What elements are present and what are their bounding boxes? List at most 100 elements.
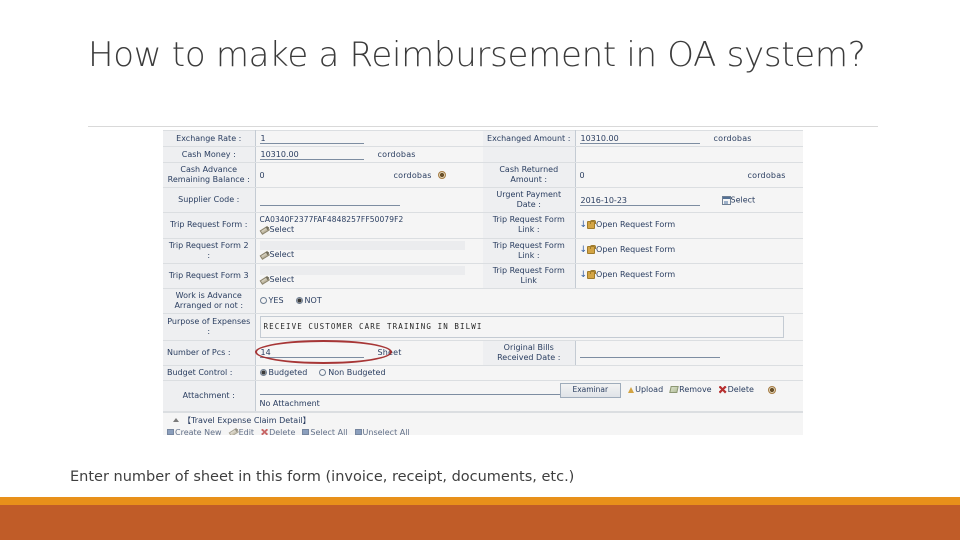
pencil-icon[interactable]: [258, 249, 270, 261]
cell-exchanged-amount: 10310.00 cordobas: [575, 130, 803, 147]
table-row: Purpose of Expenses : RECEIVE CUSTOMER C…: [163, 312, 803, 341]
label-urgent-payment-date: Urgent Payment Date :: [483, 187, 576, 213]
table-row: Supplier Code : Urgent Payment Date : 20…: [163, 187, 803, 213]
collapse-triangle-icon[interactable]: [173, 418, 179, 422]
label-attachment: Attachment :: [163, 379, 256, 412]
radio-non-budgeted-label: Non Budgeted: [328, 367, 386, 377]
oa-form-screenshot: Exchange Rate : 1 Exchanged Amount : 103…: [163, 130, 803, 435]
cell-work-in-advance: YES NOT: [255, 287, 803, 314]
table-row: Exchange Rate : 1 Exchanged Amount : 103…: [163, 130, 803, 147]
edit-label: Edit: [238, 427, 255, 436]
delete-button[interactable]: Delete: [718, 385, 754, 394]
detail-toolbar: Create New Edit Delete Select All Unselect A…: [163, 426, 803, 436]
calendar-icon[interactable]: [721, 195, 731, 205]
select-all-icon: [302, 429, 310, 435]
purpose-of-expenses-input[interactable]: RECEIVE CUSTOMER CARE TRAINING IN BILWI: [259, 315, 784, 338]
page-title: How to make a Reimbursement in OA system…: [88, 35, 866, 75]
select-all-label: Select All: [310, 427, 348, 436]
radio-budgeted[interactable]: [259, 368, 267, 376]
cash-advance-remaining-unit: cordobas: [393, 170, 432, 180]
delete-row-button[interactable]: Delete: [261, 428, 295, 435]
eye-icon[interactable]: [767, 386, 776, 394]
urgent-payment-date-input[interactable]: 2016-10-23: [579, 195, 700, 206]
label-budget-control: Budget Control :: [163, 364, 256, 381]
urgent-date-select-link[interactable]: Select: [731, 195, 756, 204]
eye-icon[interactable]: [437, 171, 446, 179]
unselect-all-label: Unselect All: [362, 427, 410, 436]
trip-request-form-3-select-link[interactable]: Select: [270, 275, 295, 284]
pencil-icon: [227, 427, 239, 436]
create-new-button[interactable]: Create New: [167, 427, 222, 436]
unselect-all-icon: [354, 429, 362, 435]
cell-spacer-a: [575, 146, 803, 163]
delete-label: Delete: [727, 385, 754, 394]
label-cash-returned: Cash Returned Amount :: [483, 162, 576, 188]
footer-band-orange: [0, 497, 960, 505]
unselect-all-button[interactable]: Unselect All: [354, 427, 410, 436]
label-exchange-rate: Exchange Rate :: [163, 130, 256, 147]
label-trip-request-form-link-3: Trip Request Form Link: [483, 262, 576, 289]
radio-yes[interactable]: [259, 296, 267, 304]
lock-icon: [587, 219, 597, 229]
cell-cash-money: 10310.00 cordobas: [255, 146, 483, 163]
attachment-file-field[interactable]: [259, 386, 560, 395]
radio-not-label: NOT: [304, 295, 322, 305]
label-trip-request-form: Trip Request Form :: [163, 212, 256, 239]
cell-urgent-payment-date: 2016-10-23 Select: [575, 187, 803, 213]
cell-attachment: Examinar Upload Remove Delete No Attachment: [255, 379, 803, 412]
table-row: Number of Pcs : 14 Sheet Original Bills R…: [163, 339, 803, 366]
cell-number-of-pcs: 14 Sheet: [255, 339, 483, 366]
table-row: Trip Request Form 2 : Select Trip Reques…: [163, 237, 803, 264]
pencil-icon[interactable]: [258, 274, 270, 286]
arrow-down-icon: ↓: [579, 245, 588, 256]
table-row: Budget Control : Budgeted Non Budgeted: [163, 364, 803, 381]
open-request-form-link[interactable]: Open Request Form: [596, 220, 675, 229]
radio-yes-label: YES: [268, 295, 284, 305]
cell-trip-request-form: CA0340F2377FAF4848257FF50079F2 Select: [255, 212, 483, 239]
open-request-form-link-3[interactable]: Open Request Form: [596, 270, 675, 279]
table-row: Trip Request Form : CA0340F2377FAF484825…: [163, 212, 803, 239]
trip-request-form-select-link[interactable]: Select: [270, 225, 295, 234]
exchanged-amount-input[interactable]: 10310.00: [579, 133, 700, 144]
exchange-rate-input[interactable]: 1: [259, 133, 364, 144]
table-row: Cash Money : 10310.00 cordobas: [163, 146, 803, 163]
label-trip-request-form-2: Trip Request Form 2 :: [163, 237, 256, 264]
lock-icon: [587, 269, 597, 280]
remove-button[interactable]: Remove: [669, 385, 712, 394]
radio-not[interactable]: [295, 296, 303, 304]
supplier-code-input[interactable]: [259, 195, 400, 206]
trip-request-form-value: CA0340F2377FAF4848257FF50079F2: [259, 215, 404, 224]
cash-money-unit: cordobas: [377, 150, 416, 159]
label-trip-request-form-3: Trip Request Form 3: [163, 262, 256, 289]
arrow-down-icon: ↓: [579, 220, 588, 230]
select-all-button[interactable]: Select All: [302, 427, 348, 436]
label-cash-money: Cash Money :: [163, 146, 256, 163]
cash-returned-value: 0: [579, 170, 585, 180]
cell-trip-request-form-link: ↓ Open Request Form: [575, 212, 803, 239]
radio-non-budgeted[interactable]: [319, 368, 327, 376]
detail-section-title: 【Travel Expense Claim Detail】: [183, 415, 311, 425]
label-trip-request-form-link-2: Trip Request Form Link :: [483, 237, 576, 264]
open-request-form-link-2[interactable]: Open Request Form: [596, 245, 675, 254]
upload-button[interactable]: Upload: [628, 385, 663, 394]
edit-button[interactable]: Edit: [229, 428, 255, 436]
trip-request-form-3-value: [259, 265, 465, 275]
browse-button[interactable]: Examinar: [559, 382, 622, 398]
remove-label: Remove: [679, 385, 712, 394]
label-number-of-pcs: Number of Pcs :: [163, 339, 256, 366]
number-of-pcs-input[interactable]: 14: [259, 347, 364, 358]
cash-returned-unit: cordobas: [747, 170, 786, 180]
cell-supplier-code: [255, 187, 483, 213]
label-purpose-of-expenses: Purpose of Expenses :: [163, 312, 256, 341]
original-bills-date-input[interactable]: [579, 347, 720, 358]
trip-request-form-2-select-link[interactable]: Select: [270, 250, 295, 259]
delete-icon: [718, 385, 727, 394]
pencil-icon[interactable]: [258, 224, 270, 236]
cell-budget-control: Budgeted Non Budgeted: [255, 364, 803, 381]
cell-trip-request-form-3: Select: [255, 262, 483, 289]
travel-expense-claim-detail-header[interactable]: 【Travel Expense Claim Detail】: [163, 411, 803, 427]
cash-money-input[interactable]: 10310.00: [259, 149, 364, 160]
slide: How to make a Reimbursement in OA system…: [0, 0, 960, 540]
create-new-label: Create New: [175, 427, 222, 436]
table-row: Attachment : Examinar Upload Remove Delete …: [163, 379, 803, 412]
